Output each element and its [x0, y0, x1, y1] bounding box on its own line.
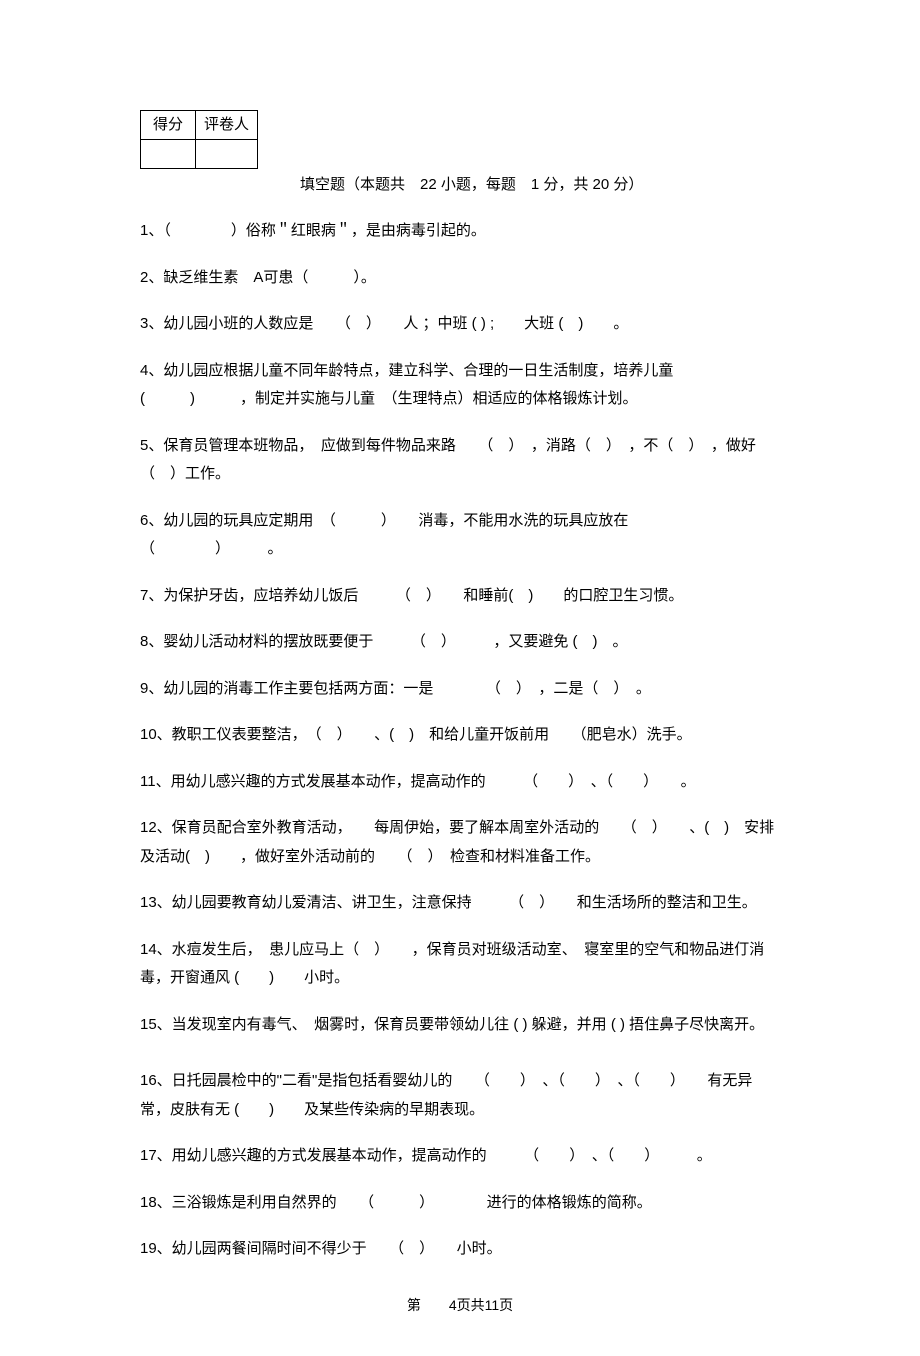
exam-page: 得分 评卷人 填空题（本题共 22 小题，每题 1 分，共 20 分） 1、（ … [0, 0, 920, 1356]
score-header-2: 评卷人 [196, 111, 258, 140]
question-2: 2、缺乏维生素 A可患（ ）。 [140, 264, 780, 293]
page-footer: 第 4页共11页 [140, 1294, 780, 1316]
question-8: 8、婴幼儿活动材料的摆放既要便于 （ ） ，又要避免 ( ) 。 [140, 628, 780, 657]
question-19: 19、幼儿园两餐间隔时间不得少于 （ ） 小时。 [140, 1235, 780, 1264]
question-15: 15、当发现室内有毒气、 烟雾时，保育员要带领幼儿往 ( ) 躲避，并用 ( )… [140, 1011, 780, 1040]
question-6: 6、幼儿园的玩具应定期用 （ ） 消毒，不能用水洗的玩具应放在 （ ） 。 [140, 507, 780, 564]
question-11: 11、用幼儿感兴趣的方式发展基本动作，提高动作的 （ ） 、（ ） 。 [140, 768, 780, 797]
question-4: 4、幼儿园应根据儿童不同年龄特点，建立科学、合理的一日生活制度，培养儿童( ) … [140, 357, 780, 414]
question-1: 1、（ ）俗称＂红眼病＂，是由病毒引起的。 [140, 217, 780, 246]
footer-prefix: 第 [407, 1297, 421, 1313]
question-16: 16、日托园晨检中的"二看"是指包括看婴幼儿的 （ ） 、（ ） 、（ ） 有无… [140, 1067, 780, 1124]
score-cell-2[interactable] [196, 140, 258, 169]
question-10: 10、教职工仪表要整洁， （ ） 、( ) 和给儿童开饭前用 （肥皂水）洗手。 [140, 721, 780, 750]
question-5: 5、保育员管理本班物品， 应做到每件物品来路 （ ） ，消路（ ） ，不（ ） … [140, 432, 780, 489]
question-13: 13、幼儿园要教育幼儿爱清洁、讲卫生，注意保持 （ ） 和生活场所的整洁和卫生。 [140, 889, 780, 918]
score-cell-1[interactable] [141, 140, 196, 169]
question-18: 18、三浴锻炼是利用自然界的 （ ） 进行的体格锻炼的简称。 [140, 1189, 780, 1218]
question-3: 3、幼儿园小班的人数应是 （ ） 人 ；中班 ( ) ; 大班 ( ) 。 [140, 310, 780, 339]
score-header-1: 得分 [141, 111, 196, 140]
score-table: 得分 评卷人 [140, 110, 258, 169]
question-12: 12、保育员配合室外教育活动， 每周伊始，要了解本周室外活动的 （ ） 、( )… [140, 814, 780, 871]
question-7: 7、为保护牙齿，应培养幼儿饭后 （ ） 和睡前( ) 的口腔卫生习惯。 [140, 582, 780, 611]
question-17: 17、用幼儿感兴趣的方式发展基本动作，提高动作的 （ ） 、（ ） 。 [140, 1142, 780, 1171]
section-title: 填空题（本题共 22 小题，每题 1 分，共 20 分） [300, 173, 780, 197]
question-9: 9、幼儿园的消毒工作主要包括两方面：一是 （ ） ，二是（ ） 。 [140, 675, 780, 704]
footer-page: 4页共11页 [449, 1297, 513, 1313]
question-14: 14、水痘发生后， 患儿应马上（ ） ，保育员对班级活动室、 寝室里的空气和物品… [140, 936, 780, 993]
